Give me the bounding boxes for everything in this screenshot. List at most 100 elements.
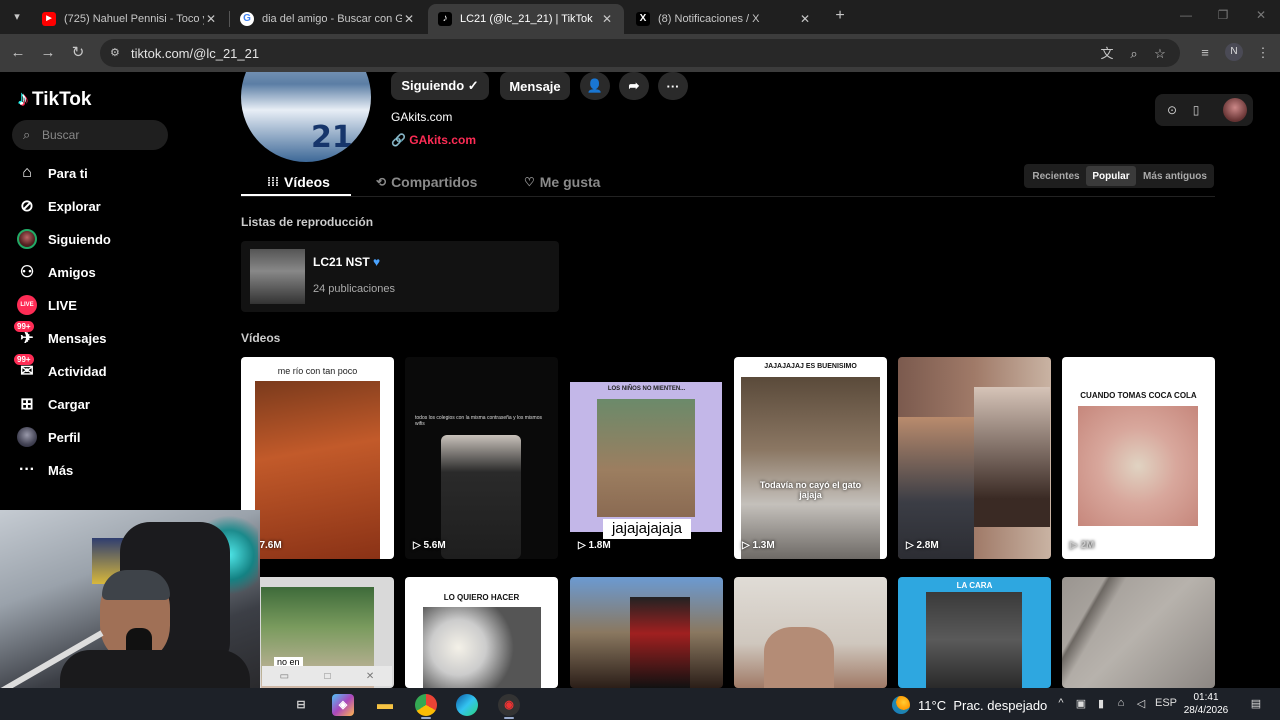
translate-icon[interactable]: 文 bbox=[1099, 46, 1115, 62]
back-arrow-icon[interactable]: ← bbox=[8, 43, 28, 63]
volume-icon[interactable]: ◁ bbox=[1133, 697, 1149, 710]
video-card[interactable]: LO QUIERO HACER bbox=[405, 577, 558, 688]
profile-bio: GAkits.com bbox=[391, 110, 453, 124]
playlist-thumbnail bbox=[250, 249, 305, 304]
sidebar-item-amigos[interactable]: ⚇ Amigos bbox=[16, 259, 96, 285]
system-clock[interactable]: 01:41 28/4/2026 bbox=[1182, 691, 1230, 717]
streamer-cap bbox=[102, 570, 170, 600]
sidebar-item-label: Amigos bbox=[48, 264, 96, 280]
playlists-heading: Listas de reproducción bbox=[241, 215, 374, 229]
chrome-icon[interactable] bbox=[415, 694, 437, 716]
playlist-card[interactable]: LC21 NST ♥ 24 publicaciones bbox=[241, 241, 559, 312]
video-card[interactable]: JAJAJAJAJ ES BUENISIMO Todavía no cayó e… bbox=[734, 357, 887, 559]
sidebar-item-actividad[interactable]: ✉ 99+ Actividad bbox=[14, 354, 107, 384]
video-card[interactable]: LA CARA bbox=[898, 577, 1051, 688]
microphone-icon[interactable]: ▮ bbox=[1093, 697, 1109, 710]
sidebar-item-mas[interactable]: ··· Más bbox=[16, 457, 73, 483]
close-tab-icon[interactable]: ✕ bbox=[600, 12, 614, 26]
address-bar[interactable]: ⚙ tiktok.com/@lc_21_21 文 ⌕ ☆ bbox=[100, 39, 1180, 67]
browser-tab-tiktok[interactable]: ♪ LC21 (@lc_21_21) | TikTok ✕ bbox=[428, 4, 624, 34]
browser-tab-x[interactable]: X (8) Notificaciones / X ✕ bbox=[626, 4, 822, 34]
close-icon[interactable]: ✕ bbox=[366, 671, 374, 682]
video-thumbnail bbox=[630, 597, 690, 688]
video-overlay-text: jajajajajaja bbox=[603, 519, 691, 539]
language-indicator[interactable]: ESP bbox=[1154, 697, 1178, 709]
tray-chevron-up-icon[interactable]: ^ bbox=[1053, 697, 1069, 709]
video-overlay-text: Todavía no cayó el gato jajaja bbox=[759, 480, 862, 500]
sort-mas-antiguos-button[interactable]: Más antiguos bbox=[1138, 166, 1212, 186]
sort-recientes-button[interactable]: Recientes bbox=[1026, 166, 1086, 186]
notifications-icon[interactable]: ▤ bbox=[1248, 697, 1264, 710]
video-card[interactable]: me río con tan poco ▷ 7.6M bbox=[241, 357, 394, 559]
video-card[interactable]: todos los colegios con la misma contrase… bbox=[405, 357, 558, 559]
profile-avatar[interactable]: N bbox=[1225, 43, 1243, 61]
following-button[interactable]: Siguiendo ✓ bbox=[391, 72, 489, 100]
sidebar-item-siguiendo[interactable]: Siguiendo bbox=[16, 226, 111, 252]
close-tab-icon[interactable]: ✕ bbox=[798, 12, 812, 26]
video-card[interactable]: CUANDO TOMAS COCA COLA ▷ 2M bbox=[1062, 357, 1215, 559]
sidebar-item-label: Siguiendo bbox=[48, 231, 111, 247]
tab-search-chevron-icon[interactable]: ▾ bbox=[8, 8, 26, 26]
tab-label: Compartidos bbox=[391, 174, 478, 190]
bookmark-star-icon[interactable]: ☆ bbox=[1152, 46, 1168, 62]
restore-icon[interactable]: ❐ bbox=[1213, 8, 1233, 22]
message-button[interactable]: Mensaje bbox=[500, 72, 570, 100]
video-card[interactable] bbox=[1062, 577, 1215, 688]
weather-widget[interactable]: 11°C Prac. despejado bbox=[892, 696, 1047, 714]
sidebar-item-mensajes[interactable]: ✈ 99+ Mensajes bbox=[14, 321, 107, 351]
tiktok-logo[interactable]: ♪ TikTok bbox=[18, 88, 91, 111]
reload-icon[interactable]: ↻ bbox=[68, 43, 88, 63]
forward-arrow-icon[interactable]: → bbox=[38, 43, 58, 63]
profile-link[interactable]: 🔗 GAkits.com bbox=[391, 133, 476, 147]
browser-tab-youtube[interactable]: ▶ (725) Nahuel Pennisi - Toco y M ✕ bbox=[32, 4, 228, 34]
phone-icon[interactable]: ▯ bbox=[1188, 102, 1204, 118]
video-card[interactable] bbox=[570, 577, 723, 688]
chrome-menu-icon[interactable]: ⋮ bbox=[1254, 44, 1272, 62]
tab-title: (725) Nahuel Pennisi - Toco y M bbox=[64, 13, 204, 25]
view-count: ▷ 2.8M bbox=[906, 540, 939, 551]
minimize-icon[interactable]: — bbox=[1176, 8, 1196, 22]
tab-title: LC21 (@lc_21_21) | TikTok bbox=[460, 13, 593, 25]
tab-me-gusta[interactable]: ♡ Me gusta bbox=[524, 170, 600, 194]
window-close-icon[interactable]: ✕ bbox=[1251, 8, 1271, 22]
sidebar-item-cargar[interactable]: ⊞ Cargar bbox=[16, 391, 90, 417]
close-tab-icon[interactable]: ✕ bbox=[402, 12, 416, 26]
edge-icon[interactable] bbox=[456, 694, 478, 716]
sidebar-item-live[interactable]: LIVE LIVE bbox=[16, 292, 77, 318]
zoom-icon[interactable]: ⌕ bbox=[1126, 46, 1142, 62]
video-card[interactable]: LOS NIÑOS NO MIENTEN... jajajajajaja ▷ 1… bbox=[570, 357, 723, 559]
sidebar-item-explorar[interactable]: ⊘ Explorar bbox=[16, 193, 100, 219]
video-card[interactable] bbox=[734, 577, 887, 688]
media-controls-icon[interactable]: ≡ bbox=[1196, 44, 1214, 62]
obs-icon[interactable]: ◉ bbox=[498, 694, 520, 716]
site-info-icon[interactable]: ⚙ bbox=[110, 46, 124, 60]
video-thumbnail bbox=[926, 592, 1022, 688]
video-card[interactable]: ▷ 2.8M bbox=[898, 357, 1051, 559]
maximize-icon[interactable]: □ bbox=[324, 671, 330, 682]
search-input[interactable] bbox=[42, 126, 162, 144]
new-tab-plus-icon[interactable]: + bbox=[832, 8, 848, 24]
browser-tab-google[interactable]: G dia del amigo - Buscar con Goo ✕ bbox=[230, 4, 426, 34]
search-box[interactable]: ⌕ bbox=[12, 120, 168, 150]
sort-popular-button[interactable]: Popular bbox=[1086, 166, 1136, 186]
user-avatar[interactable] bbox=[1223, 98, 1247, 122]
copilot-icon[interactable]: ◈ bbox=[332, 694, 354, 716]
tab-compartidos[interactable]: ⟲ Compartidos bbox=[376, 170, 477, 194]
share-icon[interactable]: ➦ bbox=[619, 72, 649, 100]
close-tab-icon[interactable]: ✕ bbox=[204, 12, 218, 26]
network-icon[interactable]: ⌂ bbox=[1113, 697, 1129, 709]
more-options-icon[interactable]: ··· bbox=[658, 72, 688, 100]
tray-app-icon[interactable]: ▣ bbox=[1073, 697, 1089, 710]
sidebar-item-perfil[interactable]: Perfil bbox=[16, 424, 81, 450]
sidebar-item-para-ti[interactable]: ⌂ Para ti bbox=[16, 160, 88, 186]
tab-videos[interactable]: ⁞⁞⁞ Vídeos bbox=[267, 170, 330, 194]
profile-picture: 21 bbox=[241, 72, 371, 162]
task-view-icon[interactable]: ⊟ bbox=[290, 694, 312, 716]
file-explorer-icon[interactable]: ▬ bbox=[374, 694, 396, 716]
preview-window-icon[interactable]: ▭ bbox=[280, 671, 289, 682]
compass-icon[interactable]: ⊙ bbox=[1164, 102, 1180, 118]
video-caption: CUANDO TOMAS COCA COLA bbox=[1080, 391, 1197, 400]
browser-toolbar: ← → ↻ ⚙ tiktok.com/@lc_21_21 文 ⌕ ☆ ≡ N ⋮ bbox=[0, 34, 1280, 72]
add-friend-icon[interactable]: 👤 bbox=[580, 72, 610, 100]
view-count: ▷ 1.3M bbox=[742, 540, 775, 551]
